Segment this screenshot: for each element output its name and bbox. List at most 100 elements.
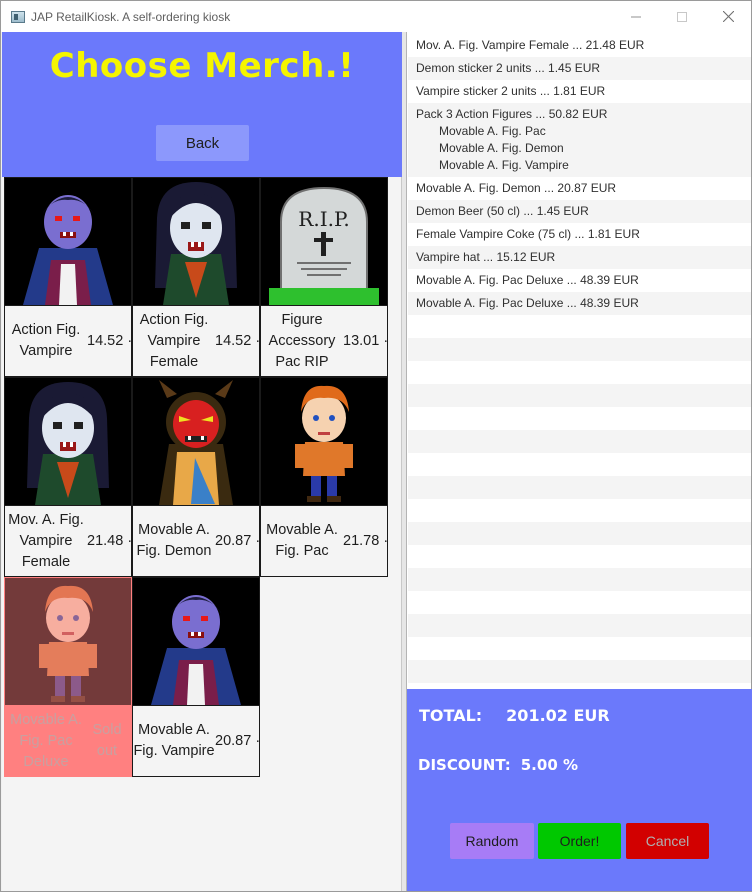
- product-price: 20.87 ·: [215, 533, 261, 549]
- order-item-text: Demon sticker 2 units ... 1.45 EUR: [416, 61, 601, 75]
- maximize-button[interactable]: [659, 1, 705, 32]
- order-subitem: Movable A. Fig. Pac: [439, 124, 546, 138]
- product-card[interactable]: Movable A. Fig. Pac 21.78 ·: [260, 377, 388, 577]
- product-name: Movable A. Fig. Pac: [266, 522, 338, 559]
- product-card[interactable]: Action Fig. Vampire 14.52 ·: [4, 177, 132, 377]
- empty-row: [408, 568, 751, 591]
- total-label: TOTAL:: [419, 706, 483, 725]
- product-card[interactable]: Movable A. Fig. Vampire 20.87 ·: [132, 577, 260, 777]
- product-image: [133, 178, 259, 305]
- order-panel: Mov. A. Fig. Vampire Female ... 21.48 EU…: [406, 32, 752, 891]
- product-card[interactable]: Action Fig. Vampire Female 14.52 ·: [132, 177, 260, 377]
- product-label: Action Fig. Vampire Female 14.52 ·: [133, 305, 261, 376]
- minimize-icon: [631, 16, 641, 17]
- product-image: [5, 378, 131, 505]
- empty-row: [408, 407, 751, 430]
- window-title: JAP RetailKiosk. A self-ordering kiosk: [31, 9, 231, 24]
- order-item[interactable]: Movable A. Fig. Pac Deluxe ... 48.39 EUR: [408, 292, 751, 315]
- empty-row: [408, 522, 751, 545]
- empty-row: [408, 545, 751, 568]
- order-item-text: Vampire hat ... 15.12 EUR: [416, 250, 556, 264]
- product-label: Action Fig. Vampire 14.52 ·: [5, 305, 133, 376]
- order-item[interactable]: Mov. A. Fig. Vampire Female ... 21.48 EU…: [408, 34, 751, 57]
- order-item[interactable]: Movable A. Fig. Pac Deluxe ... 48.39 EUR: [408, 269, 751, 292]
- product-card[interactable]: R.I.P. Figure Accessory Pac RIP 13.01 ·: [260, 177, 388, 377]
- maximize-icon: [677, 11, 687, 22]
- app-icon: [11, 10, 25, 23]
- empty-row: [408, 499, 751, 522]
- product-image: R.I.P.: [261, 178, 387, 305]
- page-title: Choose Merch.!: [49, 46, 355, 86]
- total-value: 201.02 EUR: [506, 706, 610, 725]
- product-price: 20.87 ·: [215, 733, 261, 749]
- product-price: 21.78 ·: [343, 533, 389, 549]
- product-image: [261, 378, 387, 505]
- order-item-text: Mov. A. Fig. Vampire Female ... 21.48 EU…: [416, 38, 645, 52]
- empty-row: [408, 614, 751, 637]
- empty-row: [408, 338, 751, 361]
- empty-row: [408, 660, 751, 683]
- order-button[interactable]: Order!: [538, 823, 621, 859]
- order-item-text: Movable A. Fig. Demon ... 20.87 EUR: [416, 181, 617, 195]
- empty-row: [408, 384, 751, 407]
- product-header: Choose Merch.! Back: [2, 32, 402, 177]
- product-card: Movable A. Fig. Pac Deluxe Sold out: [4, 577, 132, 777]
- discount-value: 5.00 %: [520, 756, 579, 774]
- order-item-text: Demon Beer (50 cl) ... 1.45 EUR: [416, 204, 589, 218]
- cancel-button[interactable]: Cancel: [626, 823, 709, 859]
- title-bar: JAP RetailKiosk. A self-ordering kiosk: [1, 1, 751, 32]
- order-item[interactable]: Demon Beer (50 cl) ... 1.45 EUR: [408, 200, 751, 223]
- product-price: 14.52 ·: [215, 333, 261, 349]
- product-price: 14.52 ·: [87, 333, 133, 349]
- discount-line: DISCOUNT: 5.00 %: [418, 756, 578, 774]
- empty-row: [408, 361, 751, 384]
- product-image: [5, 178, 131, 305]
- empty-row: [408, 476, 751, 499]
- product-label: Figure Accessory Pac RIP 13.01 ·: [261, 305, 389, 376]
- discount-label: DISCOUNT:: [418, 756, 511, 774]
- product-label: Mov. A. Fig. Vampire Female 21.48 ·: [5, 505, 133, 576]
- order-item-text: Pack 3 Action Figures ... 50.82 EUR: [416, 107, 608, 121]
- close-button[interactable]: [705, 1, 751, 32]
- product-image: [5, 578, 131, 705]
- minimize-button[interactable]: [613, 1, 659, 32]
- order-item[interactable]: Demon sticker 2 units ... 1.45 EUR: [408, 57, 751, 80]
- back-button[interactable]: Back: [156, 125, 249, 161]
- product-image: [133, 378, 259, 505]
- order-item-text: Movable A. Fig. Pac Deluxe ... 48.39 EUR: [416, 296, 639, 310]
- order-summary: TOTAL: 201.02 EUR DISCOUNT: 5.00 % Random …: [407, 689, 752, 891]
- product-price: 21.48 ·: [87, 533, 133, 549]
- product-image: [133, 578, 259, 705]
- product-price: 13.01 ·: [343, 333, 389, 349]
- product-name: Movable A. Fig. Demon: [136, 522, 212, 559]
- order-item-text: Vampire sticker 2 units ... 1.81 EUR: [416, 84, 606, 98]
- order-item-text: Female Vampire Coke (75 cl) ... 1.81 EUR: [416, 227, 640, 241]
- product-name: Mov. A. Fig. Vampire Female: [8, 511, 84, 570]
- empty-row: [408, 315, 751, 338]
- order-item-text: Movable A. Fig. Pac Deluxe ... 48.39 EUR: [416, 273, 639, 287]
- order-item[interactable]: Female Vampire Coke (75 cl) ... 1.81 EUR: [408, 223, 751, 246]
- product-card[interactable]: Mov. A. Fig. Vampire Female 21.48 ·: [4, 377, 132, 577]
- empty-row: [408, 453, 751, 476]
- empty-row: [408, 430, 751, 453]
- window-controls: [613, 1, 751, 32]
- product-name: Figure Accessory Pac RIP: [268, 311, 336, 370]
- empty-row: [408, 637, 751, 660]
- order-item[interactable]: Movable A. Fig. Demon ... 20.87 EUR: [408, 177, 751, 200]
- product-label: Movable A. Fig. Pac 21.78 ·: [261, 505, 389, 576]
- product-card[interactable]: Movable A. Fig. Demon 20.87 ·: [132, 377, 260, 577]
- total-line: TOTAL: 201.02 EUR: [419, 706, 610, 725]
- order-list[interactable]: Mov. A. Fig. Vampire Female ... 21.48 EU…: [408, 34, 751, 683]
- random-button[interactable]: Random: [450, 823, 534, 859]
- product-name: Movable A. Fig. Vampire: [133, 722, 215, 759]
- product-name: Action Fig. Vampire Female: [139, 311, 209, 370]
- order-subitem: Movable A. Fig. Vampire: [439, 158, 569, 172]
- order-item[interactable]: Pack 3 Action Figures ... 50.82 EUR Movab…: [408, 103, 751, 177]
- order-item[interactable]: Vampire hat ... 15.12 EUR: [408, 246, 751, 269]
- sold-out-badge: Sold out: [92, 722, 122, 759]
- product-label: Movable A. Fig. Vampire 20.87 ·: [133, 705, 261, 776]
- product-panel: Choose Merch.! Back Action Fig. Vampire 1…: [2, 32, 402, 891]
- svg-text:R.I.P.: R.I.P.: [298, 207, 349, 231]
- order-item[interactable]: Vampire sticker 2 units ... 1.81 EUR: [408, 80, 751, 103]
- product-label: Movable A. Fig. Pac Deluxe Sold out: [5, 705, 131, 776]
